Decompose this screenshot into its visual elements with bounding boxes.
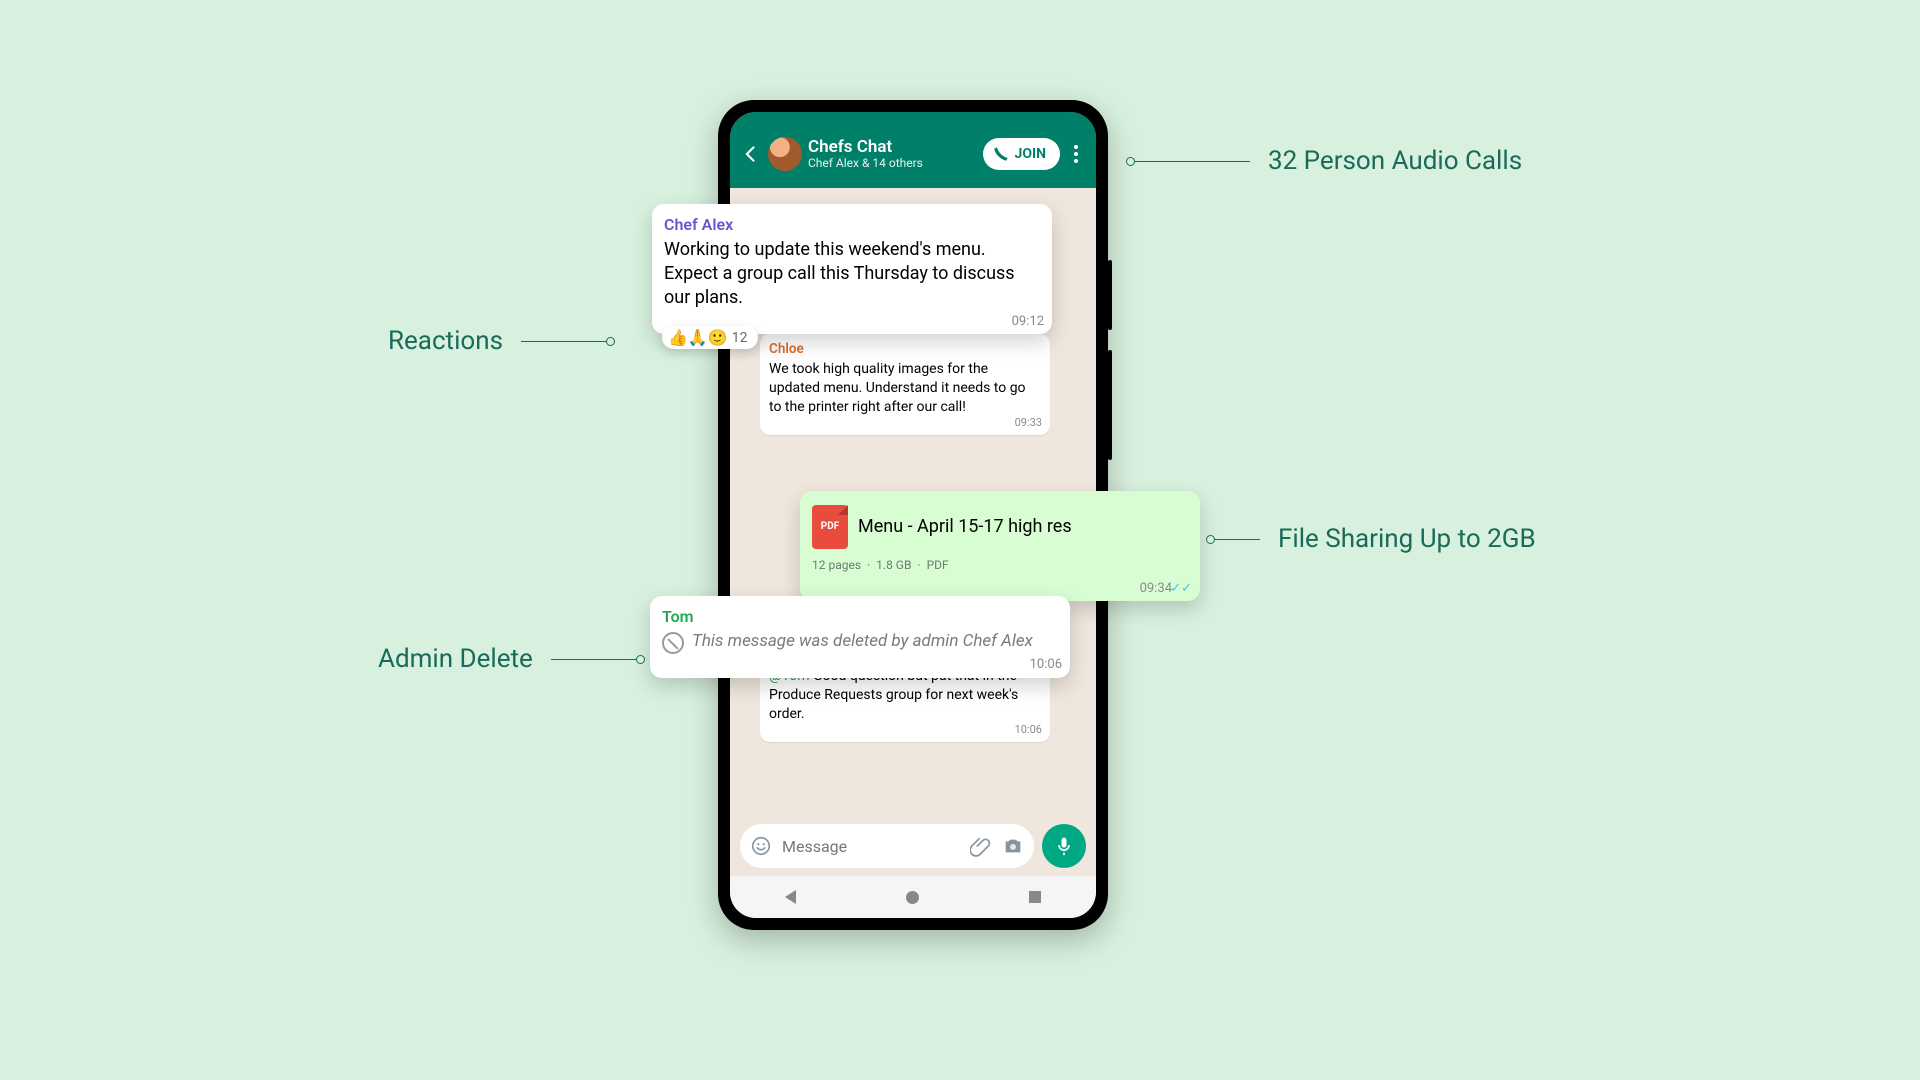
message-bubble[interactable]: Chloe We took high quality images for th… (760, 334, 1050, 435)
reaction-emojis: 👍🙏🙂 (668, 328, 728, 347)
emoji-icon[interactable] (750, 835, 772, 857)
group-avatar[interactable] (768, 137, 802, 171)
nav-back-icon[interactable] (785, 890, 796, 904)
deleted-text: This message was deleted by admin Chef A… (692, 630, 1033, 653)
message-sender: Tom (662, 606, 1058, 628)
phone-icon (993, 146, 1009, 162)
file-meta: 12 pages·1.8 GB·PDF (812, 557, 1188, 573)
deleted-icon (662, 632, 684, 654)
callout-audio-calls: 32 Person Audio Calls (1130, 146, 1540, 176)
callout-admin-delete: Admin Delete (360, 644, 641, 674)
reaction-count: 12 (732, 330, 748, 346)
message-time: 10:06 (1030, 656, 1062, 674)
chat-title-block[interactable]: Chefs Chat Chef Alex & 14 others (808, 138, 977, 171)
read-receipt-icon: ✓✓ (1170, 580, 1192, 598)
side-button (1108, 260, 1112, 330)
message-text: Working to update this weekend's menu. E… (664, 238, 1040, 311)
camera-icon[interactable] (1002, 835, 1024, 857)
back-button[interactable] (740, 143, 762, 165)
join-call-button[interactable]: JOIN (983, 138, 1060, 170)
message-placeholder: Message (782, 837, 960, 856)
callout-label: Reactions (370, 326, 521, 356)
nav-home-icon[interactable] (906, 891, 919, 904)
message-sender: Chloe (769, 340, 1041, 358)
app-bar: Chefs Chat Chef Alex & 14 others JOIN (730, 112, 1096, 188)
pdf-icon: PDF (812, 505, 848, 549)
kebab-dot-icon (1074, 145, 1078, 149)
message-input[interactable]: Message (740, 824, 1034, 868)
reactions-pill[interactable]: 👍🙏🙂 12 (662, 326, 758, 349)
nav-recent-icon[interactable] (1029, 891, 1041, 903)
composer: Message (730, 816, 1096, 876)
kebab-dot-icon (1074, 159, 1078, 163)
mic-icon (1054, 836, 1074, 856)
side-button (1108, 350, 1112, 460)
message-time: 10:06 (1015, 723, 1042, 738)
callout-label: Admin Delete (360, 644, 551, 674)
deleted-message-bubble-highlight[interactable]: Tom This message was deleted by admin Ch… (650, 596, 1070, 678)
file-message-bubble-highlight[interactable]: PDF Menu - April 15-17 high res 12 pages… (800, 491, 1200, 601)
android-nav-bar (730, 876, 1096, 918)
message-text: We took high quality images for the upda… (769, 360, 1041, 417)
more-menu-button[interactable] (1066, 139, 1086, 169)
callout-reactions: Reactions (370, 326, 611, 356)
chat-title: Chefs Chat (808, 138, 977, 157)
callout-label: File Sharing Up to 2GB (1260, 524, 1554, 554)
message-time: 09:33 (1015, 416, 1042, 431)
file-name: Menu - April 15-17 high res (858, 515, 1072, 539)
callout-file-sharing: File Sharing Up to 2GB (1210, 524, 1554, 554)
message-time: 09:12 (1012, 313, 1044, 331)
voice-message-button[interactable] (1042, 824, 1086, 868)
join-label: JOIN (1015, 146, 1046, 162)
message-sender: Chef Alex (664, 214, 1040, 236)
kebab-dot-icon (1074, 152, 1078, 156)
callout-label: 32 Person Audio Calls (1250, 146, 1540, 176)
message-bubble-highlight[interactable]: Chef Alex Working to update this weekend… (652, 204, 1052, 334)
message-time: 09:34 (1140, 580, 1172, 598)
back-arrow-icon (741, 144, 761, 164)
attach-icon[interactable] (970, 835, 992, 857)
chat-subtitle: Chef Alex & 14 others (808, 156, 977, 170)
